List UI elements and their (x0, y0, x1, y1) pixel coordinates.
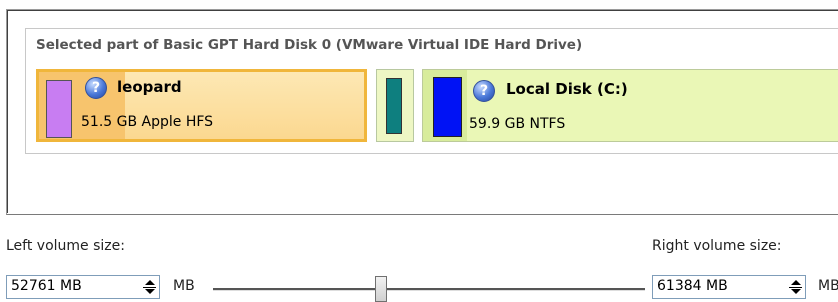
left-volume-size-value: 52761 MB (11, 278, 82, 294)
right-unit-label: MB (818, 278, 838, 294)
spin-down-icon[interactable] (144, 289, 155, 294)
partition-name: leopard (117, 78, 182, 96)
volume-split-slider-track[interactable] (213, 288, 645, 291)
volume-split-slider-thumb[interactable] (375, 276, 387, 302)
partition-local-disk-c[interactable]: ? Local Disk (C:) 59.9 GB NTFS (422, 69, 838, 142)
spin-up-icon[interactable] (790, 280, 801, 285)
help-icon: ? (85, 77, 107, 99)
partition-name: Local Disk (C:) (506, 80, 628, 98)
help-icon: ? (473, 80, 495, 102)
left-volume-spinner[interactable] (141, 277, 158, 297)
disk-map-panel: Selected part of Basic GPT Hard Disk 0 (… (25, 28, 838, 154)
spin-separator (143, 286, 156, 288)
spin-up-icon[interactable] (144, 280, 155, 285)
partition-leopard[interactable]: ? leopard 51.5 GB Apple HFS (36, 69, 367, 142)
right-volume-size-input[interactable]: 61384 MB (652, 275, 806, 299)
right-volume-spinner[interactable] (787, 277, 804, 297)
partition-color-block (46, 80, 72, 138)
partition-color-block (386, 78, 402, 134)
partition-color-block (433, 77, 462, 137)
left-unit-label: MB (173, 278, 195, 294)
partition-info: 51.5 GB Apple HFS (81, 114, 214, 130)
left-volume-size-input[interactable]: 52761 MB (6, 275, 160, 299)
right-volume-size-label: Right volume size: (652, 238, 782, 254)
spin-down-icon[interactable] (790, 289, 801, 294)
disk-title: Selected part of Basic GPT Hard Disk 0 (… (36, 37, 583, 53)
spin-separator (789, 286, 802, 288)
partition-unnamed[interactable] (376, 69, 414, 142)
right-volume-size-value: 61384 MB (657, 278, 728, 294)
left-volume-size-label: Left volume size: (6, 238, 125, 254)
partition-info: 59.9 GB NTFS (469, 116, 566, 132)
